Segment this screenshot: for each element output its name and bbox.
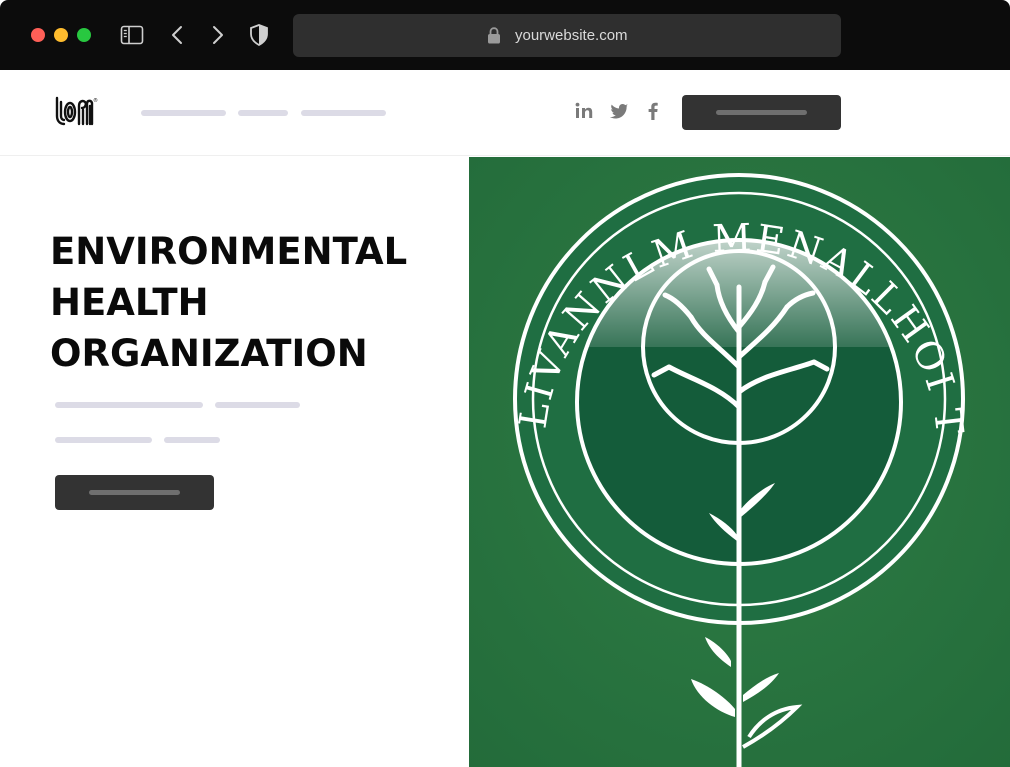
paragraph-placeholder bbox=[164, 437, 220, 443]
paragraph-placeholder bbox=[55, 402, 203, 408]
linkedin-icon[interactable] bbox=[573, 100, 595, 122]
facebook-icon[interactable] bbox=[642, 100, 664, 122]
svg-text:®: ® bbox=[93, 97, 98, 104]
logo-icon[interactable]: ® bbox=[54, 94, 98, 128]
close-window-button[interactable] bbox=[31, 28, 45, 42]
maximize-window-button[interactable] bbox=[77, 28, 91, 42]
paragraph-placeholder bbox=[215, 402, 300, 408]
minimize-window-button[interactable] bbox=[54, 28, 68, 42]
hero-cta-button[interactable] bbox=[55, 475, 214, 510]
lock-icon bbox=[488, 27, 500, 44]
button-label-placeholder bbox=[89, 490, 180, 495]
paragraph-placeholder bbox=[55, 437, 152, 443]
back-icon[interactable] bbox=[166, 23, 190, 47]
nav-link-placeholder[interactable] bbox=[301, 110, 386, 116]
hero-title-line: ORGANIZATION bbox=[50, 332, 368, 375]
address-bar[interactable]: yourwebsite.com bbox=[293, 14, 841, 57]
twitter-icon[interactable] bbox=[608, 100, 630, 122]
hero-title-line: HEALTH bbox=[50, 281, 209, 324]
site-header: ® bbox=[0, 70, 1010, 156]
button-label-placeholder bbox=[716, 110, 807, 115]
nav-link-placeholder[interactable] bbox=[141, 110, 226, 116]
shield-icon[interactable] bbox=[247, 23, 271, 47]
hero-title-line: ENVIRONMENTAL bbox=[50, 230, 408, 273]
sidebar-icon[interactable] bbox=[120, 23, 144, 47]
browser-toolbar: yourwebsite.com bbox=[0, 0, 1010, 70]
url-text: yourwebsite.com bbox=[515, 27, 628, 44]
nav-link-placeholder[interactable] bbox=[238, 110, 288, 116]
hero-title: ENVIRONMENTAL HEALTH ORGANIZATION bbox=[50, 226, 407, 379]
header-cta-button[interactable] bbox=[682, 95, 841, 130]
forward-icon[interactable] bbox=[205, 23, 229, 47]
hero-image: LIVANNLM MENALLHOI TROITO bbox=[469, 157, 1010, 767]
